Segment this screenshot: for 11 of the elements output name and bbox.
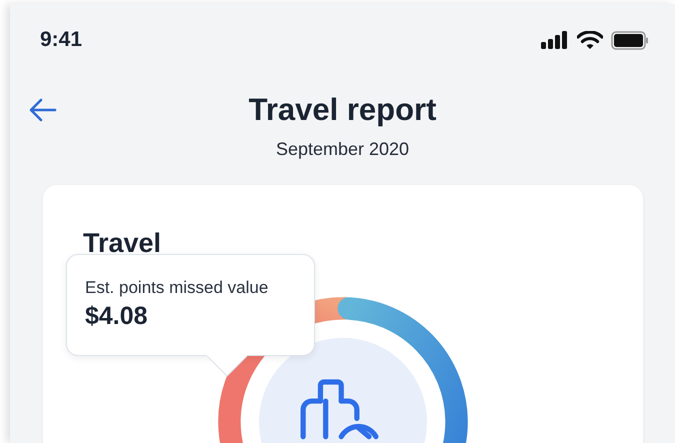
tooltip-label: Est. points missed value — [85, 277, 270, 299]
battery-icon — [611, 30, 649, 50]
luggage-chart-icon — [300, 379, 379, 440]
card-title: Travel — [83, 228, 162, 258]
page-subtitle: September 2020 — [274, 138, 410, 161]
tooltip-value: $4.08 — [85, 301, 149, 331]
signal-icon — [541, 31, 569, 49]
status-time: 9:41 — [40, 28, 82, 52]
wifi-icon — [577, 30, 603, 50]
back-arrow-icon[interactable] — [29, 98, 57, 122]
page-title: Travel report — [248, 92, 438, 128]
